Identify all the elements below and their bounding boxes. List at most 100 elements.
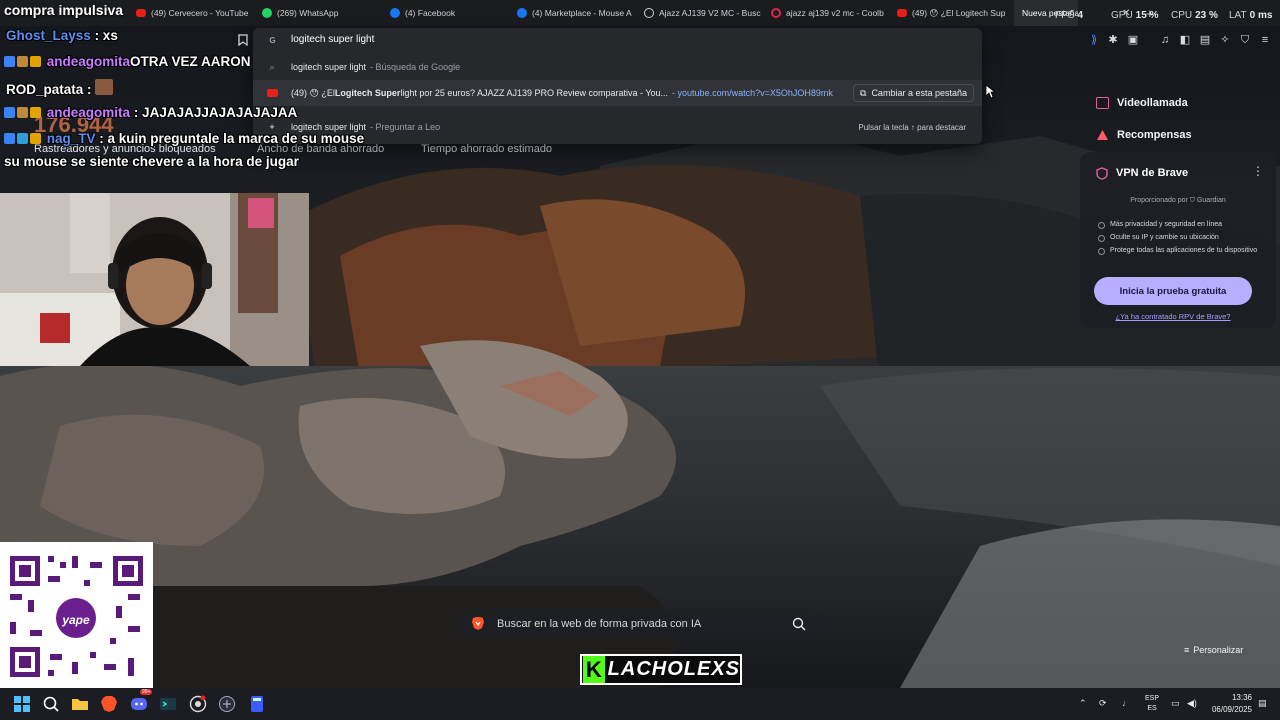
- tab-marketplace[interactable]: (4) Marketplace - Mouse A: [517, 0, 635, 26]
- notification-badge: 99+: [140, 689, 153, 695]
- tab-youtube-cervecero[interactable]: (49) Cervecero - YouTube: [136, 0, 254, 26]
- private-search-bar[interactable]: Buscar en la web de forma privada con IA: [459, 609, 818, 638]
- shield-icon[interactable]: ⛉: [1238, 34, 1252, 46]
- tab-whatsapp[interactable]: (269) WhatsApp: [262, 0, 380, 26]
- tab-label: ajazz aj139 v2 mc - Coolb: [786, 8, 884, 18]
- tab-ajazz-search[interactable]: Ajazz AJ139 V2 MC - Busc: [644, 0, 762, 26]
- mouse-cursor-icon: [985, 84, 997, 104]
- search-icon[interactable]: [792, 617, 806, 631]
- kick-k-icon: K: [583, 656, 605, 683]
- notifications-icon[interactable]: ▤: [1258, 698, 1267, 709]
- chat-username: andeagomita: [46, 105, 131, 120]
- suggestion-source: - Preguntar a Leo: [370, 122, 441, 132]
- leo-ai-icon[interactable]: ✧: [1218, 34, 1232, 46]
- suggestion-source: - Búsqueda de Google: [370, 62, 461, 72]
- sidebar-icon[interactable]: ▣: [1126, 34, 1140, 46]
- tab-coolbox[interactable]: ajazz aj139 v2 mc - Coolb: [771, 0, 889, 26]
- system-clock[interactable]: 13:36 06/09/2025: [1204, 692, 1252, 716]
- show-hidden-icons-chevron[interactable]: ⌃: [1079, 698, 1087, 709]
- switch-to-tab-button[interactable]: ⧉ Cambiar a esta pestaña: [853, 84, 974, 102]
- calculator-icon[interactable]: [248, 695, 266, 713]
- file-explorer-icon[interactable]: [71, 695, 89, 713]
- network-icon[interactable]: ▭: [1171, 698, 1180, 709]
- google-icon: G: [269, 36, 276, 45]
- chat-username: Ghost_Layss: [6, 28, 91, 43]
- videollamada-link[interactable]: Videollamada: [1096, 97, 1188, 109]
- tab-label: (4) Facebook: [405, 8, 456, 18]
- video-camera-icon: [1096, 97, 1109, 109]
- brave-lion-icon: [471, 616, 485, 631]
- keyboard-hint: Pulsar la tecla ↑ para destacar: [858, 122, 966, 132]
- chat-message-continued: su mouse se siente chevere a la hora de …: [4, 154, 299, 169]
- search-input[interactable]: Buscar en la web de forma privada con IA: [497, 618, 792, 630]
- badge-icon: [30, 133, 41, 144]
- windows-start-icon[interactable]: [13, 695, 31, 713]
- sync-icon[interactable]: ⟳: [1099, 698, 1107, 709]
- chat-text: OTRA VEZ AARON: [130, 54, 251, 69]
- vpn-feature: Protege todas las aplicaciones de tu dis…: [1098, 246, 1260, 256]
- cpu-readout: CPU 23 %: [1171, 10, 1218, 21]
- extensions-icon[interactable]: ✱: [1106, 34, 1120, 46]
- suggestion-open-tab[interactable]: (49) 😯 ¿El Logitech Super light por 25 e…: [253, 80, 982, 106]
- chat-text: :: [87, 82, 92, 97]
- channel-logo: K LACHOLEXS: [580, 654, 742, 685]
- facebook-icon: [517, 8, 527, 18]
- terminal-app-icon[interactable]: [159, 695, 177, 713]
- customize-button[interactable]: ≡ Personalizar: [1184, 645, 1243, 655]
- facebook-icon: [390, 8, 400, 18]
- whatsapp-icon: [262, 8, 272, 18]
- chat-text: : xs: [94, 28, 118, 43]
- badge-icon: [17, 56, 28, 67]
- start-free-trial-button[interactable]: Inicia la prueba gratuita: [1094, 277, 1252, 305]
- app-icon[interactable]: [218, 695, 236, 713]
- badge-icon: [17, 107, 28, 118]
- gpu-readout: GPU 15 %: [1111, 10, 1159, 21]
- wallet-icon[interactable]: ▤: [1198, 34, 1212, 46]
- brave-browser-icon[interactable]: [100, 695, 118, 713]
- obs-record-icon[interactable]: [189, 695, 207, 713]
- tab-label: (4) Marketplace - Mouse A: [532, 8, 632, 18]
- chat-message: andeagomitaOTRA VEZ AARON: [4, 54, 251, 69]
- tab-label: (49) Cervecero - YouTube: [151, 8, 249, 18]
- chat-message: andeagomita : JAJAJAJJAJAJAJAJAA: [4, 105, 297, 120]
- windows-taskbar: 99+ ⌃ ⟳ ♩ ESP ES ▭ ◀) 13:36 06/09/2025 ▤: [0, 688, 1280, 720]
- keyboard-language-indicator[interactable]: ESP ES: [1144, 694, 1160, 714]
- search-icon[interactable]: [42, 695, 60, 713]
- badge-icon: [30, 107, 41, 118]
- volume-icon[interactable]: ◀): [1187, 698, 1197, 709]
- customize-icon: ≡: [1184, 645, 1190, 655]
- tab-logitech-video[interactable]: (49) 😯 ¿El Logitech Super: [897, 0, 1005, 26]
- music-icon[interactable]: ♫: [1158, 34, 1172, 46]
- sidepanel-icon[interactable]: ◧: [1178, 34, 1192, 46]
- vpn-more-menu-icon[interactable]: ⋮: [1252, 164, 1264, 178]
- tab-label: (49) 😯 ¿El Logitech Super: [912, 7, 1005, 18]
- already-subscribed-link[interactable]: ¿Ya ha contratado RPV de Brave?: [1080, 312, 1266, 321]
- recompensas-link[interactable]: Recompensas: [1096, 129, 1192, 141]
- bookmark-icon[interactable]: [236, 34, 250, 47]
- suggestion-google-search[interactable]: ⌕ logitech super light - Búsqueda de Goo…: [253, 54, 982, 80]
- vpn-feature: Más privacidad y seguridad en línea: [1098, 220, 1260, 230]
- menu-icon[interactable]: ≡: [1258, 34, 1272, 46]
- vpn-toolbar-icon[interactable]: ⟫: [1087, 34, 1101, 46]
- rewards-triangle-icon: [1096, 129, 1109, 141]
- suggestion-match: Logitech Super: [334, 88, 401, 98]
- discord-icon[interactable]: 99+: [130, 689, 153, 713]
- youtube-icon: [253, 89, 291, 97]
- suggestion-title-rest: light por 25 euros? AJAZZ AJ139 PRO Revi…: [400, 88, 669, 98]
- emote-image: [95, 79, 114, 95]
- tab-label: (269) WhatsApp: [277, 8, 339, 18]
- chat-message: nag_TV : a kuin preguntale la marca de s…: [4, 131, 364, 146]
- search-icon: ⌕: [269, 61, 275, 72]
- badge-icon: [4, 107, 15, 118]
- browser-tab-strip: (49) Cervecero - YouTube (269) WhatsApp …: [0, 0, 1280, 26]
- svg-text:yape: yape: [61, 613, 90, 627]
- coolbox-icon: [771, 8, 781, 18]
- vpn-powered-by: Proporcionado por ⛉ Guardian: [1130, 197, 1226, 204]
- tab-facebook[interactable]: (4) Facebook: [390, 0, 508, 26]
- chat-username: andeagomita: [46, 54, 131, 69]
- chat-message: Ghost_Layss : xs: [6, 28, 118, 43]
- microphone-icon[interactable]: ♩: [1122, 698, 1131, 708]
- address-bar-input[interactable]: logitech super light: [291, 34, 374, 45]
- stream-title: compra impulsiva: [4, 2, 124, 18]
- brave-widgets-panel: Videollamada Recompensas VPN de Brave ⋮ …: [1080, 90, 1276, 340]
